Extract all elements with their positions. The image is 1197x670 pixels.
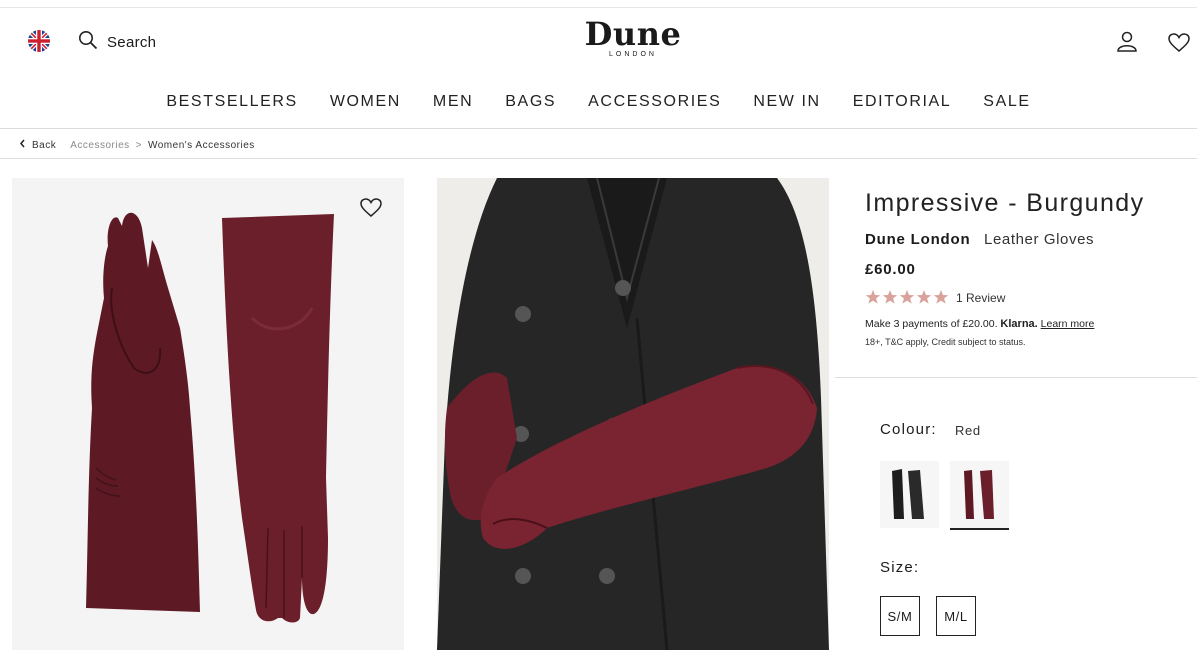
breadcrumb-accessories[interactable]: Accessories <box>70 140 129 151</box>
klarna-logo: Klarna. <box>1000 318 1038 330</box>
divider <box>835 377 1197 378</box>
breadcrumb-womens-accessories[interactable]: Women's Accessories <box>148 140 255 151</box>
star-icon <box>899 290 915 304</box>
learn-more-link[interactable]: Learn more <box>1041 318 1095 330</box>
colour-swatch-black[interactable] <box>880 461 939 528</box>
colour-value: Red <box>955 423 981 438</box>
account-icon[interactable] <box>1116 30 1138 57</box>
nav-sale[interactable]: SALE <box>983 93 1030 111</box>
product-brand[interactable]: Dune London <box>865 231 970 248</box>
product-type: Leather Gloves <box>984 231 1095 248</box>
main-nav: BESTSELLERS WOMEN MEN BAGS ACCESSORIES N… <box>0 93 1197 111</box>
star-icon <box>865 290 881 304</box>
star-icon <box>916 290 932 304</box>
divider <box>0 158 1197 159</box>
terms-text: 18+, T&C apply, Credit subject to status… <box>865 337 1026 347</box>
product-title: Impressive - Burgundy <box>865 189 1145 217</box>
logo-text: Dune <box>584 15 682 53</box>
colour-swatch-red[interactable] <box>950 461 1009 530</box>
product-image-flat[interactable] <box>12 178 404 650</box>
search-icon <box>78 30 98 54</box>
product-price: £60.00 <box>865 261 916 278</box>
breadcrumb-separator: > <box>135 139 142 151</box>
uk-flag-icon[interactable] <box>28 30 50 52</box>
dune-logo[interactable]: Dune LONDON <box>568 18 698 58</box>
payment-text: Make 3 payments of £20.00. <box>865 318 998 330</box>
nav-accessories[interactable]: ACCESSORIES <box>588 93 721 111</box>
size-option-ml[interactable]: M/L <box>936 596 976 636</box>
search-label: Search <box>107 33 157 51</box>
wishlist-icon[interactable] <box>1168 33 1190 58</box>
nav-women[interactable]: WOMEN <box>330 93 401 111</box>
star-icon <box>933 290 949 304</box>
search-button[interactable]: Search <box>78 30 156 54</box>
chevron-left-icon <box>19 139 26 151</box>
rating-stars[interactable] <box>865 289 949 305</box>
star-icon <box>882 290 898 304</box>
divider <box>0 128 1197 129</box>
colour-label: Colour: <box>880 421 937 438</box>
size-label: Size: <box>880 559 920 576</box>
klarna-info: Make 3 payments of £20.00. Klarna. Learn… <box>865 318 1094 330</box>
size-option-sm[interactable]: S/M <box>880 596 920 636</box>
image-wishlist-icon[interactable] <box>360 198 382 223</box>
product-image-model[interactable] <box>437 178 829 650</box>
nav-editorial[interactable]: EDITORIAL <box>853 93 952 111</box>
breadcrumb: Back Accessories > Women's Accessories <box>19 139 255 151</box>
nav-men[interactable]: MEN <box>433 93 473 111</box>
nav-bags[interactable]: BAGS <box>505 93 556 111</box>
back-link[interactable]: Back <box>32 140 56 151</box>
nav-new-in[interactable]: NEW IN <box>753 93 820 111</box>
reviews-link[interactable]: 1 Review <box>956 291 1005 305</box>
nav-bestsellers[interactable]: BESTSELLERS <box>166 93 297 111</box>
